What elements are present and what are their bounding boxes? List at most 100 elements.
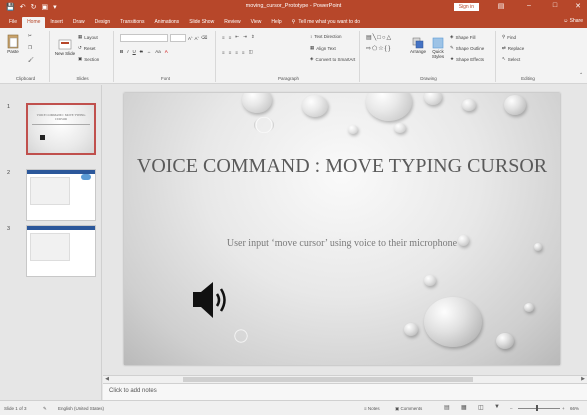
reset-button[interactable]: ↺ Reset <box>78 45 96 51</box>
increase-indent-icon[interactable]: ⇥ <box>243 34 247 40</box>
speaker-icon[interactable] <box>191 279 231 321</box>
decrease-font-size-icon[interactable]: Aˇ <box>195 36 200 41</box>
tab-transitions[interactable]: Transitions <box>115 17 149 28</box>
font-color-icon[interactable]: A <box>165 49 168 54</box>
current-slide[interactable]: VOICE COMMAND : MOVE TYPING CURSOR User … <box>124 93 560 365</box>
align-right-icon[interactable]: ≡ <box>235 50 238 55</box>
character-spacing-icon[interactable]: ↔ <box>147 49 152 54</box>
star-shape-icon[interactable]: ☆ <box>378 45 383 52</box>
zoom-slider[interactable] <box>518 408 560 409</box>
italic-icon[interactable]: I <box>127 49 128 54</box>
triangle-shape-icon[interactable]: △ <box>387 34 392 41</box>
tab-animations[interactable]: Animations <box>149 17 184 28</box>
language[interactable]: English (United States) <box>58 406 104 411</box>
font-name-box[interactable] <box>120 34 168 42</box>
shapes-gallery-row2[interactable]: ⇨ ⬠ ☆ { } <box>366 45 391 53</box>
select-button[interactable]: ↖ Select <box>502 56 520 62</box>
close-icon[interactable]: ✕ <box>572 2 584 10</box>
textbox-shape-icon[interactable]: ▤ <box>366 34 372 41</box>
shape-fill-button[interactable]: ◈ Shape Fill <box>450 34 475 40</box>
tab-slide-show[interactable]: Slide Show <box>184 17 219 28</box>
reading-view-icon[interactable]: ◫ <box>478 404 484 411</box>
find-button[interactable]: ⚲ Find <box>502 34 516 40</box>
maximize-icon[interactable]: □ <box>549 2 561 9</box>
format-painter-icon[interactable]: 🖌 <box>28 57 34 63</box>
increase-font-size-icon[interactable]: Aˆ <box>188 36 193 41</box>
font-size-box[interactable] <box>170 34 186 42</box>
decrease-indent-icon[interactable]: ⇤ <box>235 34 239 40</box>
tab-file[interactable]: File <box>4 17 22 28</box>
zoom-level[interactable]: 66% <box>570 406 579 411</box>
notes-toggle[interactable]: ≡ Notes <box>364 406 380 411</box>
tab-home[interactable]: Home <box>22 17 46 28</box>
sign-in-button[interactable]: Sign in <box>453 3 479 11</box>
shapes-gallery[interactable]: ▤ ╲ □ ○ △ <box>366 34 392 42</box>
text-direction-button[interactable]: ↕ Text Direction <box>310 34 342 39</box>
paste-button[interactable]: Paste <box>4 33 22 54</box>
zoom-in-icon[interactable]: + <box>562 406 565 411</box>
arrange-button[interactable]: Arrange <box>409 37 427 54</box>
tab-help[interactable]: Help <box>266 17 286 28</box>
justify-icon[interactable]: ≡ <box>242 50 245 55</box>
font-group: Aˆ Aˇ ⌫ B I U S ↔ Aa A Font <box>116 31 216 82</box>
notes-pane[interactable]: Click to add notes <box>103 383 587 400</box>
tab-insert[interactable]: Insert <box>45 17 68 28</box>
horizontal-scrollbar[interactable]: ◀ ▶ <box>103 375 587 383</box>
minimize-icon[interactable]: – <box>523 2 535 9</box>
bullets-icon[interactable]: ≡ <box>222 35 225 40</box>
columns-icon[interactable]: ◫ <box>249 49 253 55</box>
numbering-icon[interactable]: ≡ <box>229 35 232 40</box>
scroll-right-icon[interactable]: ▶ <box>579 376 587 382</box>
rectangle-shape-icon[interactable]: □ <box>377 35 381 41</box>
section-button[interactable]: ▣ Section <box>78 56 99 62</box>
share-button[interactable]: ☺ Share <box>563 18 583 24</box>
strikethrough-icon[interactable]: S <box>140 49 143 54</box>
replace-button[interactable]: ⇄ Replace <box>502 45 524 51</box>
scroll-left-icon[interactable]: ◀ <box>103 376 111 382</box>
slide-sorter-icon[interactable]: ▦ <box>461 404 467 411</box>
tab-draw[interactable]: Draw <box>68 17 90 28</box>
cut-icon[interactable]: ✂ <box>28 33 32 39</box>
ribbon-display-options-icon[interactable]: ▤ <box>495 2 507 10</box>
share-label: Share <box>569 18 583 24</box>
align-text-button[interactable]: ▦ Align Text <box>310 45 336 51</box>
line-spacing-icon[interactable]: ⇕ <box>251 34 255 40</box>
bold-icon[interactable]: B <box>120 49 123 54</box>
line-shape-icon[interactable]: ╲ <box>373 34 377 41</box>
tab-view[interactable]: View <box>246 17 267 28</box>
layout-button[interactable]: ▦ Layout <box>78 34 98 40</box>
new-slide-button[interactable]: New Slide <box>54 39 76 56</box>
pentagon-shape-icon[interactable]: ⬠ <box>372 45 377 52</box>
copy-icon[interactable]: ❐ <box>28 45 32 51</box>
thumbnail-number: 3 <box>7 226 11 232</box>
tab-review[interactable]: Review <box>219 17 245 28</box>
tab-design[interactable]: Design <box>90 17 116 28</box>
quick-styles-button[interactable]: Quick Styles <box>429 37 447 59</box>
underline-icon[interactable]: U <box>133 49 136 54</box>
align-left-icon[interactable]: ≡ <box>222 50 225 55</box>
brace-shape-icon[interactable]: { } <box>385 46 391 52</box>
shape-effects-button[interactable]: ★ Shape Effects <box>450 56 484 62</box>
comments-toggle[interactable]: ▣ Comments <box>395 406 422 412</box>
tell-me-box[interactable]: ⚲ Tell me what you want to do <box>287 17 365 28</box>
slide-thumbnail-3[interactable] <box>26 225 96 277</box>
arrow-shape-icon[interactable]: ⇨ <box>366 45 371 52</box>
clear-formatting-icon[interactable]: ⌫ <box>201 35 207 41</box>
normal-view-icon[interactable]: ▤ <box>444 404 450 411</box>
scrollbar-thumb[interactable] <box>183 377 473 382</box>
slide-subtitle[interactable]: User input ‘move cursor’ using voice to … <box>124 238 560 249</box>
oval-shape-icon[interactable]: ○ <box>382 35 386 41</box>
convert-smartart-button[interactable]: ◈ Convert to SmartArt <box>310 56 355 62</box>
zoom-slider-handle[interactable] <box>536 405 538 411</box>
shape-outline-button[interactable]: ✎ Shape Outline <box>450 45 484 51</box>
slide-title[interactable]: VOICE COMMAND : MOVE TYPING CURSOR <box>124 154 560 178</box>
quick-styles-icon <box>432 37 444 49</box>
spelling-icon[interactable]: ✎ <box>43 406 47 412</box>
zoom-out-icon[interactable]: – <box>510 406 513 411</box>
slide-thumbnail-2[interactable] <box>26 169 96 221</box>
slideshow-view-icon[interactable]: ▼ <box>494 404 500 410</box>
collapse-ribbon-icon[interactable]: ⌃ <box>579 72 583 78</box>
change-case-icon[interactable]: Aa <box>155 49 161 54</box>
slide-thumbnail-1[interactable]: VOICE COMMAND : MOVE TYPING CURSOR <box>26 103 96 155</box>
align-center-icon[interactable]: ≡ <box>229 50 232 55</box>
